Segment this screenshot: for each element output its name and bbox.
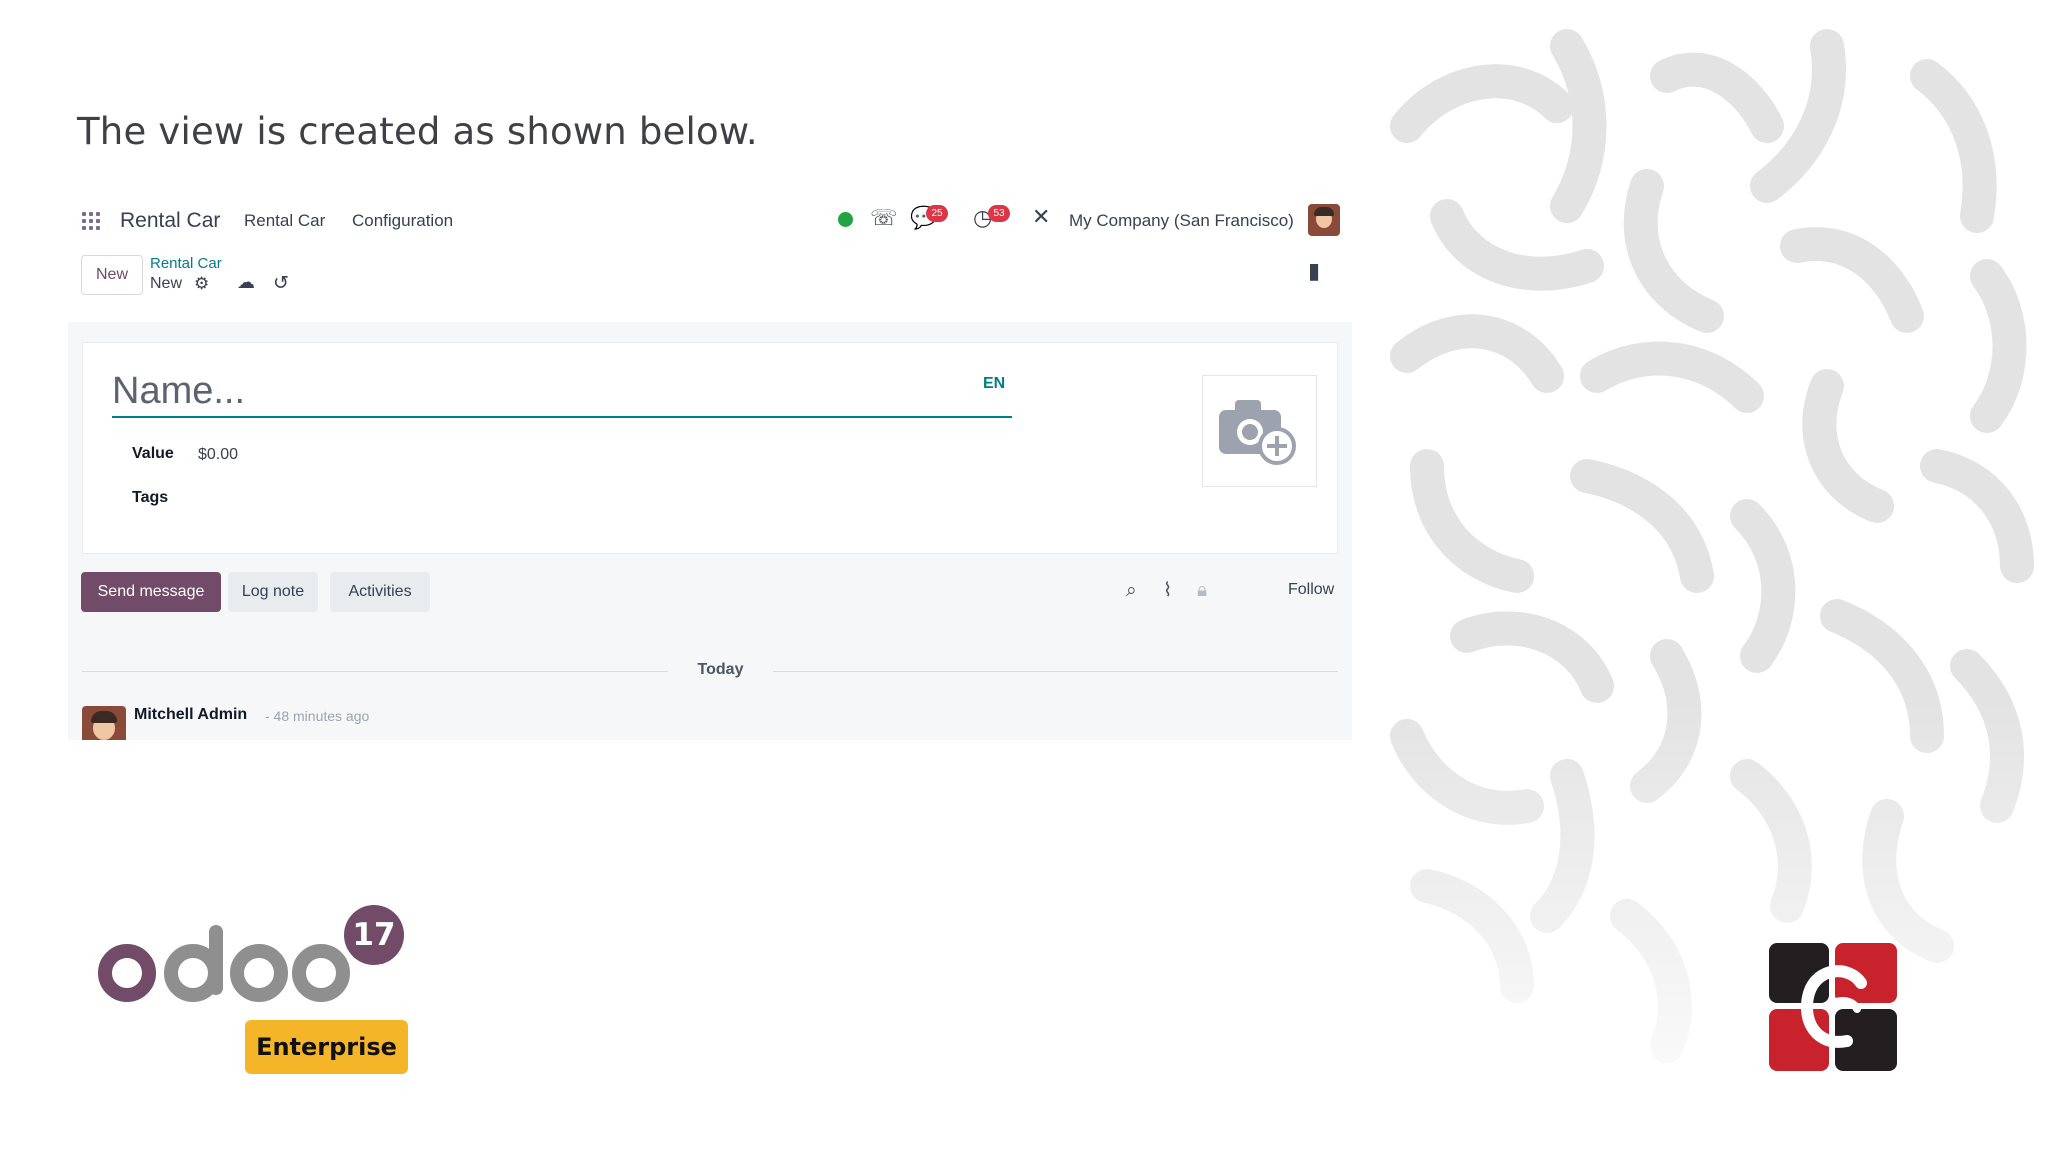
slide-caption: The view is created as shown below. <box>77 110 758 153</box>
bookmark-icon[interactable]: ▮ <box>1308 259 1320 284</box>
language-toggle[interactable]: EN <box>983 375 1005 393</box>
message-time: - 48 minutes ago <box>265 708 370 724</box>
lock-icon[interactable]: 🔒︎ <box>1197 579 1207 601</box>
value-label: Value <box>132 445 174 462</box>
message-author[interactable]: Mitchell Admin <box>134 706 247 724</box>
phone-icon[interactable]: ☏ <box>870 206 898 231</box>
debug-tools-icon[interactable]: ✕ <box>1032 205 1050 230</box>
log-note-button[interactable]: Log note <box>228 572 318 612</box>
discard-icon[interactable]: ↺ <box>273 272 289 294</box>
activity-badge: 53 <box>988 205 1010 222</box>
camera-add-icon <box>1219 400 1296 465</box>
gear-icon[interactable]: ⚙ <box>194 274 209 294</box>
control-panel: New Rental Car New ⚙ ☁ ↺ ▮ <box>68 249 1352 309</box>
search-icon[interactable]: ⌕ <box>1126 579 1137 601</box>
image-upload[interactable] <box>1202 375 1317 487</box>
version-badge: 17 <box>352 917 396 953</box>
odoo-screenshot: Rental Car Rental Car Configuration ☏ 💬 … <box>68 195 1352 740</box>
company-switcher[interactable]: My Company (San Francisco) <box>1069 211 1294 231</box>
app-name[interactable]: Rental Car <box>120 209 220 233</box>
menu-rental-car[interactable]: Rental Car <box>244 211 325 231</box>
user-avatar[interactable] <box>1308 204 1340 236</box>
send-message-button[interactable]: Send message <box>81 572 221 612</box>
name-field[interactable] <box>112 370 1012 418</box>
attachment-icon[interactable]: ⌇ <box>1163 579 1172 601</box>
save-cloud-icon[interactable]: ☁ <box>237 272 255 293</box>
apps-menu-icon[interactable] <box>82 212 100 230</box>
breadcrumb-parent[interactable]: Rental Car <box>150 255 222 272</box>
cybrosys-logo <box>1769 943 1897 1071</box>
follow-button[interactable]: Follow <box>1288 581 1334 599</box>
decorative-pattern <box>1367 16 2048 1152</box>
new-button[interactable]: New <box>81 255 143 295</box>
activities-button[interactable]: Activities <box>330 572 430 612</box>
navbar: Rental Car Rental Car Configuration ☏ 💬 … <box>68 195 1352 249</box>
value-field[interactable]: $0.00 <box>198 446 238 464</box>
enterprise-badge: Enterprise <box>245 1020 408 1074</box>
tags-label: Tags <box>132 489 169 506</box>
chat-badge: 25 <box>926 205 948 222</box>
name-input[interactable] <box>112 370 1012 413</box>
breadcrumb-current: New <box>150 275 183 292</box>
online-status-icon <box>838 212 853 227</box>
today-label: Today <box>668 661 773 679</box>
menu-configuration[interactable]: Configuration <box>352 211 453 231</box>
message-avatar <box>82 706 126 740</box>
